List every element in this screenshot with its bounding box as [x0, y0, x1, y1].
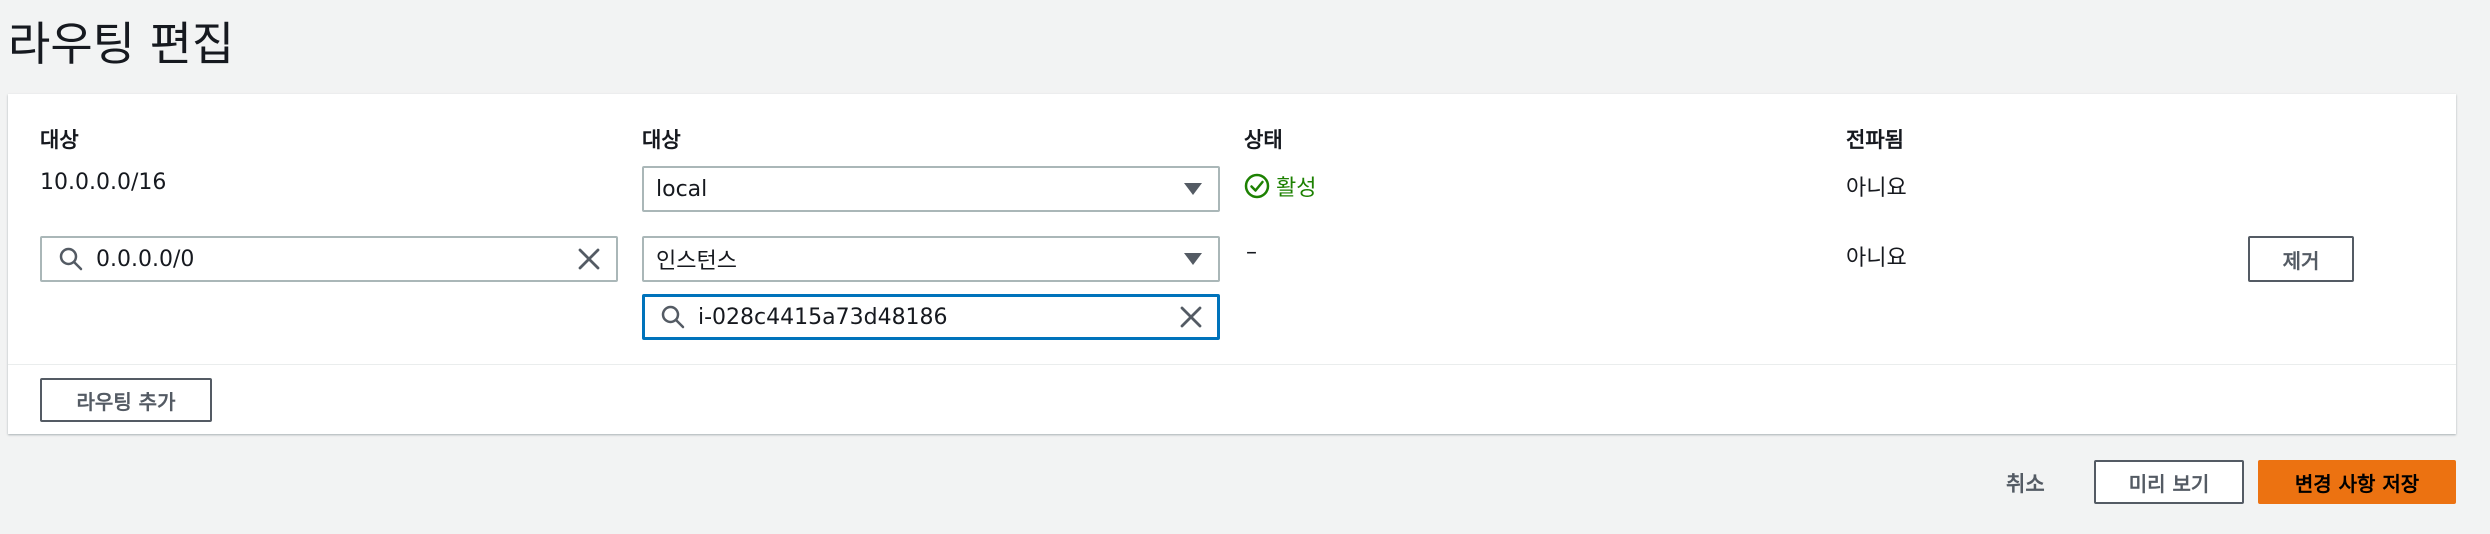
remove-route-button[interactable]: 제거 — [2248, 236, 2354, 282]
search-icon — [658, 302, 688, 332]
header-destination: 대상 — [40, 128, 79, 152]
preview-button[interactable]: 미리 보기 — [2094, 460, 2244, 504]
row2-target-select-value: 인스턴스 — [656, 249, 737, 274]
row1-propagated: 아니요 — [1846, 176, 1907, 201]
cancel-button[interactable]: 취소 — [2006, 468, 2045, 498]
row1-target-select-value: local — [656, 176, 708, 202]
clear-icon[interactable] — [1176, 302, 1206, 332]
row2-status: – — [1246, 240, 1257, 265]
row2-target-select[interactable]: 인스턴스 — [642, 236, 1220, 282]
search-icon — [56, 244, 86, 274]
caret-down-icon — [1184, 253, 1202, 265]
row1-status-label: 활성 — [1276, 176, 1317, 201]
row1-status: 활성 — [1244, 170, 1316, 202]
header-status: 상태 — [1244, 128, 1283, 152]
row2-target-search-value: i-028c4415a73d48186 — [698, 304, 948, 330]
save-changes-button[interactable]: 변경 사항 저장 — [2258, 460, 2456, 504]
status-ok-icon — [1244, 173, 1270, 199]
row2-propagated: 아니요 — [1846, 246, 1907, 271]
routes-panel: 대상 대상 상태 전파됨 10.0.0.0/16 local 활성 아니요 0.… — [8, 94, 2456, 434]
header-target: 대상 — [642, 128, 681, 152]
row2-target-search-input[interactable]: i-028c4415a73d48186 — [642, 294, 1220, 340]
row2-destination-value: 0.0.0.0/0 — [96, 246, 195, 272]
row1-destination: 10.0.0.0/16 — [40, 170, 167, 195]
add-route-button[interactable]: 라우팅 추가 — [40, 378, 212, 422]
row1-target-select[interactable]: local — [642, 166, 1220, 212]
caret-down-icon — [1184, 183, 1202, 195]
row2-destination-input[interactable]: 0.0.0.0/0 — [40, 236, 618, 282]
page-title: 라우팅 편집 — [8, 17, 235, 71]
clear-icon[interactable] — [574, 244, 604, 274]
divider — [8, 364, 2456, 365]
header-propagated: 전파됨 — [1846, 128, 1904, 152]
